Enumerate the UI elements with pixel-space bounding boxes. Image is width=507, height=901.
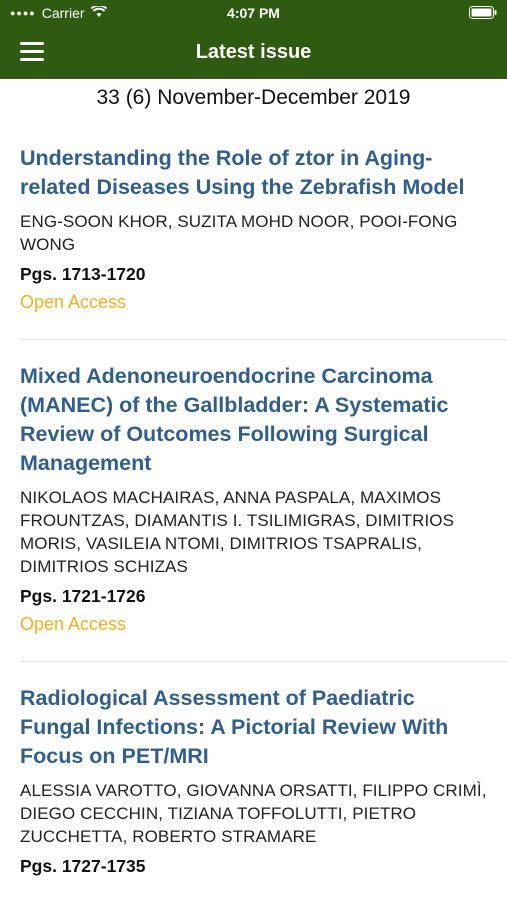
article-pages: Pgs. 1727-1735 — [20, 856, 146, 876]
article-item: Radiological Assessment of Paediatric Fu… — [0, 684, 507, 879]
article-title-link[interactable]: Understanding the Role of ztor in Aging-… — [20, 144, 487, 202]
article-authors: NIKOLAOS MACHAIRAS, ANNA PASPALA, MAXIMO… — [20, 488, 455, 576]
article-pages: Pgs. 1713-1720 — [20, 264, 146, 284]
nav-bar: Latest issue — [0, 26, 507, 79]
issue-label: 33 (6) November-December 2019 — [96, 86, 411, 109]
article-authors: ALESSIA VAROTTO, GIOVANNA ORSATTI, FILIP… — [20, 781, 487, 846]
article-title-link[interactable]: Mixed Adenoneuroendocrine Carcinoma (MAN… — [20, 362, 487, 478]
battery-icon — [469, 6, 497, 22]
article-pages: Pgs. 1721-1726 — [20, 586, 146, 606]
article-item: Understanding the Role of ztor in Aging-… — [0, 144, 507, 317]
open-access-link[interactable]: Open Access — [20, 609, 487, 639]
article-list: Understanding the Role of ztor in Aging-… — [0, 144, 507, 901]
nav-title: Latest issue — [195, 41, 312, 63]
article-title-link[interactable]: Radiological Assessment of Paediatric Fu… — [20, 684, 487, 771]
status-time: 4:07 PM — [227, 5, 280, 21]
status-bar: ●●●● Carrier 4:07 PM — [0, 0, 507, 26]
open-access-link[interactable]: Open Access — [20, 287, 487, 317]
article-item: Mixed Adenoneuroendocrine Carcinoma (MAN… — [0, 362, 507, 639]
divider — [20, 339, 507, 340]
article-authors: ENG-SOON KHOR, SUZITA MOHD NOOR, POOI-FO… — [20, 212, 458, 254]
divider — [20, 661, 507, 662]
